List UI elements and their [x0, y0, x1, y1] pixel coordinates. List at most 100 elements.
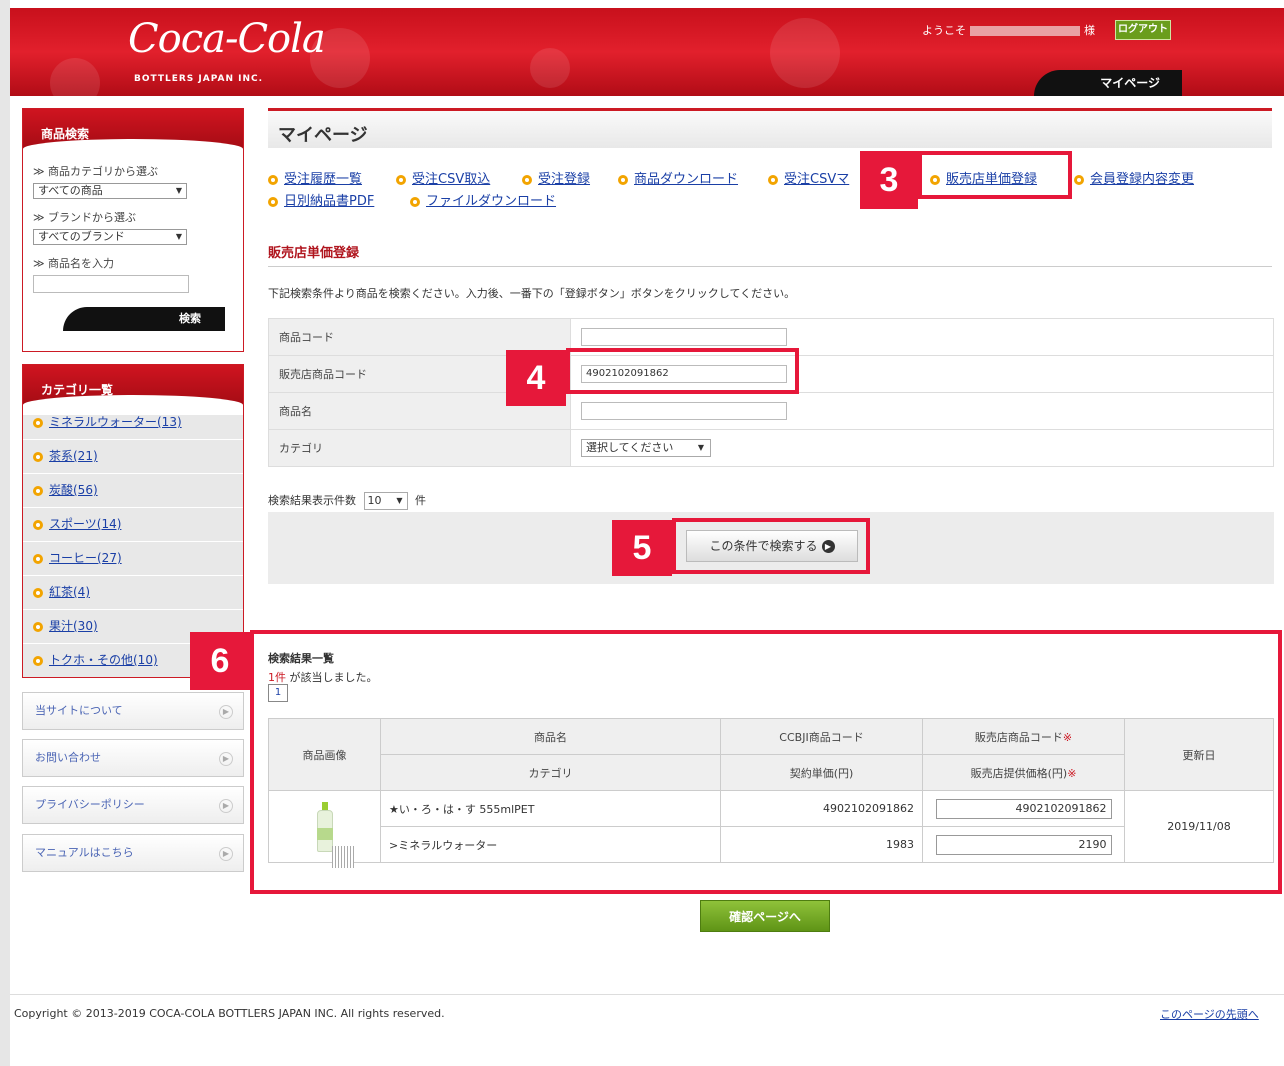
category-item[interactable]: 炭酸(56)	[23, 473, 243, 507]
contact-link[interactable]: お問い合わせ ▶	[22, 739, 244, 777]
brand-select[interactable]: すべてのブランド ▼	[33, 229, 187, 245]
footer-divider	[10, 994, 1284, 995]
category-link[interactable]: 紅茶(4)	[49, 585, 90, 599]
form-row: カテゴリ 選択してください ▼	[268, 429, 1274, 467]
category-item[interactable]: 茶系(21)	[23, 439, 243, 473]
nav-order-csv-master[interactable]: 受注CSVマ	[768, 168, 849, 187]
bullet-icon	[33, 485, 43, 496]
chevron-down-icon: ▼	[396, 496, 403, 505]
privacy-policy-link[interactable]: プライバシーポリシー ▶	[22, 786, 244, 824]
nav-order-register[interactable]: 受注登録	[522, 168, 590, 187]
results-per-page-label: 検索結果表示件数	[268, 494, 356, 507]
category-link[interactable]: コーヒー(27)	[49, 551, 122, 565]
category-select[interactable]: すべての商品 ▼	[33, 183, 187, 199]
category-link[interactable]: スポーツ(14)	[49, 517, 121, 531]
product-name-input[interactable]	[33, 275, 189, 293]
nav-member-edit[interactable]: 会員登録内容変更	[1074, 168, 1194, 187]
header-arc	[23, 139, 243, 159]
bullet-icon	[268, 174, 278, 185]
nav-daily-delivery-pdf[interactable]: 日別納品書PDF	[268, 190, 374, 209]
category-link[interactable]: 茶系(21)	[49, 449, 98, 463]
nav-link-label[interactable]: 日別納品書PDF	[284, 194, 374, 209]
section-divider	[268, 266, 1272, 267]
product-search-box: 商品検索 ≫ 商品カテゴリから選ぶ すべての商品 ▼ ≫ ブランドから選ぶ すべて…	[22, 108, 244, 352]
product-code-input[interactable]	[581, 328, 787, 346]
mypage-tab[interactable]: マイページ	[1034, 70, 1182, 96]
welcome-prefix: ようこそ	[922, 24, 966, 37]
product-name-field[interactable]	[581, 402, 787, 420]
site-header: Coca-Cola BOTTLERS JAPAN INC. ようこそ 様 ログアウ…	[10, 8, 1284, 96]
annotation-box-5	[672, 518, 870, 574]
nav-link-label[interactable]: 会員登録内容変更	[1090, 172, 1194, 187]
chevron-right-icon: ▶	[219, 847, 233, 861]
category-dropdown[interactable]: 選択してください ▼	[581, 439, 711, 457]
user-name-redacted	[970, 26, 1080, 36]
bullet-icon	[33, 587, 43, 598]
bullet-icon	[1074, 174, 1084, 185]
results-per-page-select[interactable]: 10 ▼	[363, 492, 408, 510]
results-per-page: 検索結果表示件数 10 ▼ 件	[268, 492, 426, 510]
header-bubble	[770, 18, 840, 88]
instruction-text: 下記検索条件より商品を検索ください。入力後、一番下の「登録ボタン」ボタンをクリッ…	[268, 287, 796, 300]
side-link-label: プライバシーポリシー	[35, 798, 145, 811]
brand-select-label: ≫ ブランドから選ぶ	[33, 211, 137, 224]
back-to-top-link[interactable]: このページの先頭へ	[1160, 1006, 1259, 1022]
bullet-icon	[768, 174, 778, 185]
nav-order-csv-import[interactable]: 受注CSV取込	[396, 168, 490, 187]
category-link[interactable]: ミネラルウォーター(13)	[49, 415, 182, 429]
header-bubble	[50, 58, 100, 96]
bullet-icon	[33, 655, 43, 666]
category-list-box: カテゴリ一覧 ミネラルウォーター(13) 茶系(21) 炭酸(56) スポーツ(…	[22, 364, 244, 678]
bullet-icon	[33, 451, 43, 462]
category-item[interactable]: 紅茶(4)	[23, 575, 243, 609]
about-site-link[interactable]: 当サイトについて ▶	[22, 692, 244, 730]
bullet-icon	[522, 174, 532, 185]
brand-select-value: すべてのブランド	[38, 230, 125, 243]
coca-cola-logo[interactable]: Coca-Cola	[128, 16, 326, 62]
category-list-header: カテゴリ一覧	[23, 365, 243, 415]
sidebar-search-button[interactable]: 検索	[63, 307, 225, 331]
nav-order-history[interactable]: 受注履歴一覧	[268, 168, 362, 187]
chevron-down-icon: ▼	[175, 232, 182, 241]
product-search-header: 商品検索	[23, 109, 243, 159]
header-arc	[23, 395, 243, 415]
side-link-label: 当サイトについて	[35, 704, 123, 717]
nav-link-label[interactable]: 受注CSVマ	[784, 172, 849, 187]
results-per-page-unit: 件	[415, 494, 426, 507]
nav-file-download[interactable]: ファイルダウンロード	[410, 190, 556, 209]
category-item[interactable]: スポーツ(14)	[23, 507, 243, 541]
nav-link-label[interactable]: 受注登録	[538, 172, 590, 187]
category-dropdown-value: 選択してください	[586, 441, 674, 454]
category-select-value: すべての商品	[38, 184, 103, 197]
bullet-icon	[396, 174, 406, 185]
annotation-box-4	[566, 348, 799, 394]
nav-product-download[interactable]: 商品ダウンロード	[618, 168, 738, 187]
category-link[interactable]: 果汁(30)	[49, 619, 98, 633]
chevron-right-icon: ▶	[219, 705, 233, 719]
nav-link-label[interactable]: 受注履歴一覧	[284, 172, 362, 187]
category-link[interactable]: 炭酸(56)	[49, 483, 98, 497]
bullet-icon	[33, 553, 43, 564]
results-per-page-value: 10	[367, 494, 382, 507]
side-link-label: マニュアルはこちら	[35, 846, 134, 859]
section-title: 販売店単価登録	[268, 246, 360, 261]
bullet-icon	[33, 621, 43, 632]
welcome-suffix: 様	[1084, 24, 1095, 37]
confirm-page-button[interactable]: 確認ページへ	[700, 900, 830, 932]
annotation-number-4: 4	[506, 350, 566, 406]
category-item[interactable]: コーヒー(27)	[23, 541, 243, 575]
field-label: カテゴリ	[268, 429, 571, 467]
category-link[interactable]: トクホ・その他(10)	[49, 653, 158, 667]
annotation-number-6: 6	[190, 632, 250, 690]
nav-link-label[interactable]: 商品ダウンロード	[634, 172, 738, 187]
logout-button[interactable]: ログアウト	[1115, 20, 1171, 40]
nav-link-label[interactable]: ファイルダウンロード	[426, 194, 556, 209]
manual-link[interactable]: マニュアルはこちら ▶	[22, 834, 244, 872]
bullet-icon	[410, 196, 420, 207]
chevron-right-icon: ▶	[219, 799, 233, 813]
bullet-icon	[268, 196, 278, 207]
bullet-icon	[618, 174, 628, 185]
logo-subtitle: BOTTLERS JAPAN INC.	[134, 74, 264, 84]
nav-link-label[interactable]: 受注CSV取込	[412, 172, 490, 187]
side-link-label: お問い合わせ	[35, 751, 101, 764]
